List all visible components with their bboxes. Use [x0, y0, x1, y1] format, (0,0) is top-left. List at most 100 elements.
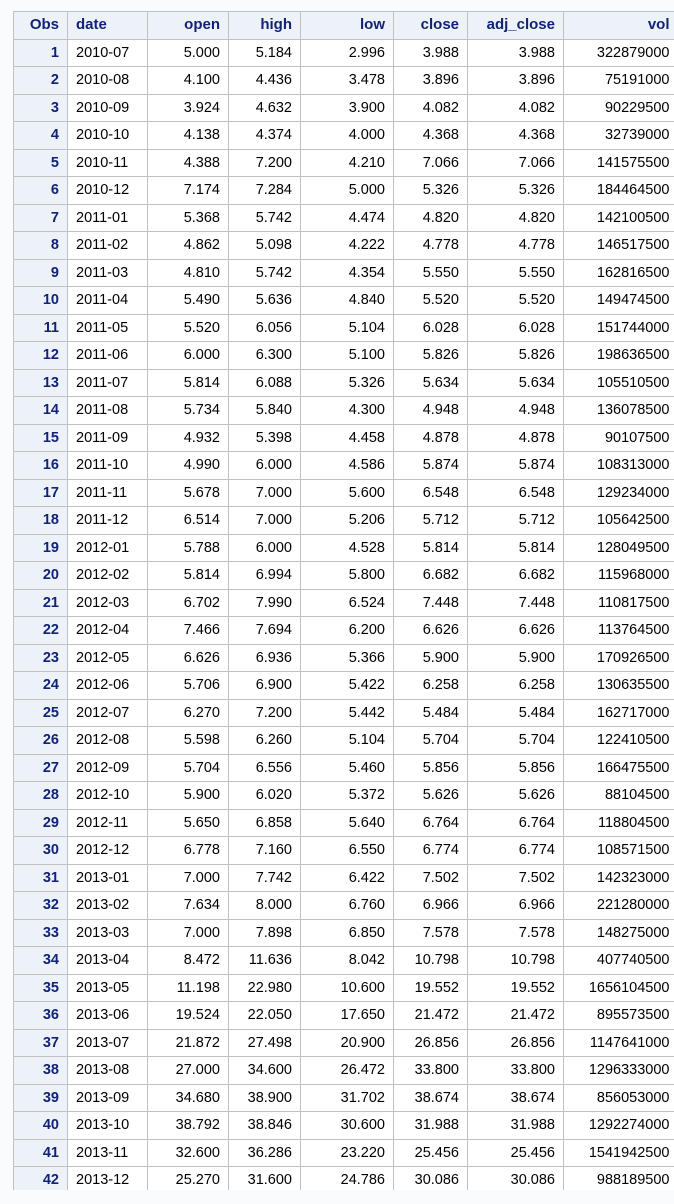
- cell-open: 7.466: [147, 616, 229, 645]
- cell-high: 4.436: [228, 66, 301, 95]
- cell-high: 5.742: [228, 203, 301, 232]
- table-row: 40 2013-10 38.792 38.846 30.600 31.988 31.988 1…: [13, 1111, 674, 1140]
- cell-close: 6.682: [393, 561, 468, 590]
- cell-vol: 128049500: [563, 533, 674, 562]
- cell-adj-close: 7.448: [467, 588, 564, 617]
- cell-adj-close: 5.814: [467, 533, 564, 562]
- cell-vol: 1147641000: [563, 1028, 674, 1057]
- cell-adj-close: 4.778: [467, 231, 564, 260]
- cell-close: 3.896: [393, 66, 468, 95]
- cell-adj-close: 5.856: [467, 753, 564, 782]
- cell-open: 5.520: [147, 313, 229, 342]
- cell-date: 2013-05: [67, 973, 148, 1002]
- cell-open: 6.270: [147, 698, 229, 727]
- cell-low: 5.104: [300, 313, 394, 342]
- cell-close: 3.988: [393, 38, 468, 67]
- cell-adj-close: 4.082: [467, 93, 564, 122]
- cell-close: 4.778: [393, 231, 468, 260]
- row-obs-number: 27: [13, 753, 68, 782]
- cell-vol: 110817500: [563, 588, 674, 617]
- row-obs-number: 12: [13, 341, 68, 370]
- cell-close: 7.066: [393, 148, 468, 177]
- table-row: 3 2010-09 3.924 4.632 3.900 4.082 4.082 9022950…: [13, 93, 674, 122]
- cell-close: 4.948: [393, 396, 468, 425]
- cell-low: 5.460: [300, 753, 394, 782]
- cell-vol: 130635500: [563, 671, 674, 700]
- cell-close: 4.082: [393, 93, 468, 122]
- cell-low: 4.840: [300, 286, 394, 315]
- cell-adj-close: 5.874: [467, 451, 564, 480]
- cell-close: 5.520: [393, 286, 468, 315]
- cell-open: 5.814: [147, 561, 229, 590]
- cell-adj-close: 19.552: [467, 973, 564, 1002]
- left-margin: [0, 0, 13, 1204]
- cell-vol: 108313000: [563, 451, 674, 480]
- cell-low: 4.528: [300, 533, 394, 562]
- row-obs-number: 14: [13, 396, 68, 425]
- cell-date: 2013-09: [67, 1083, 148, 1112]
- row-obs-number: 22: [13, 616, 68, 645]
- cell-close: 4.820: [393, 203, 468, 232]
- cell-date: 2013-08: [67, 1056, 148, 1085]
- cell-date: 2012-05: [67, 643, 148, 672]
- cell-date: 2010-12: [67, 176, 148, 205]
- cell-vol: 90229500: [563, 93, 674, 122]
- cell-high: 6.056: [228, 313, 301, 342]
- cell-open: 4.388: [147, 148, 229, 177]
- cell-open: 5.368: [147, 203, 229, 232]
- column-header-obs: Obs: [13, 11, 68, 40]
- table-row: 8 2011-02 4.862 5.098 4.222 4.778 4.778 1465175…: [13, 231, 674, 260]
- cell-date: 2012-01: [67, 533, 148, 562]
- table-row: 27 2012-09 5.704 6.556 5.460 5.856 5.856 166475…: [13, 753, 674, 782]
- cell-vol: 166475500: [563, 753, 674, 782]
- row-obs-number: 7: [13, 203, 68, 232]
- cell-close: 4.368: [393, 121, 468, 150]
- cell-date: 2012-07: [67, 698, 148, 727]
- row-obs-number: 23: [13, 643, 68, 672]
- cell-low: 5.104: [300, 726, 394, 755]
- cell-high: 7.200: [228, 698, 301, 727]
- cell-close: 5.550: [393, 258, 468, 287]
- cell-adj-close: 4.820: [467, 203, 564, 232]
- cell-date: 2013-03: [67, 918, 148, 947]
- cell-low: 20.900: [300, 1028, 394, 1057]
- table-row: 5 2010-11 4.388 7.200 4.210 7.066 7.066 1415755…: [13, 148, 674, 177]
- cell-adj-close: 3.988: [467, 38, 564, 67]
- cell-adj-close: 33.800: [467, 1056, 564, 1085]
- table-row: 13 2011-07 5.814 6.088 5.326 5.634 5.634 105510…: [13, 368, 674, 397]
- cell-high: 38.900: [228, 1083, 301, 1112]
- cell-adj-close: 6.682: [467, 561, 564, 590]
- row-obs-number: 41: [13, 1138, 68, 1167]
- cell-vol: 113764500: [563, 616, 674, 645]
- cell-date: 2011-01: [67, 203, 148, 232]
- cell-adj-close: 5.712: [467, 506, 564, 535]
- cell-vol: 1296333000: [563, 1056, 674, 1085]
- cell-low: 10.600: [300, 973, 394, 1002]
- cell-vol: 129234000: [563, 478, 674, 507]
- row-obs-number: 32: [13, 891, 68, 920]
- cell-open: 4.862: [147, 231, 229, 260]
- cell-high: 7.000: [228, 478, 301, 507]
- row-obs-number: 37: [13, 1028, 68, 1057]
- cell-date: 2011-12: [67, 506, 148, 535]
- cell-date: 2012-08: [67, 726, 148, 755]
- table-row: 2 2010-08 4.100 4.436 3.478 3.896 3.896 7519100…: [13, 66, 674, 95]
- cell-open: 7.634: [147, 891, 229, 920]
- data-table: Obs date open high low close adj_close v…: [13, 11, 674, 1195]
- cell-vol: 115968000: [563, 561, 674, 590]
- cell-open: 32.600: [147, 1138, 229, 1167]
- cell-close: 5.874: [393, 451, 468, 480]
- cell-date: 2013-10: [67, 1111, 148, 1140]
- cell-high: 6.936: [228, 643, 301, 672]
- column-header-high: high: [228, 11, 301, 40]
- table-row: 37 2013-07 21.872 27.498 20.900 26.856 26.856 1…: [13, 1028, 674, 1057]
- cell-low: 6.550: [300, 836, 394, 865]
- table-row: 9 2011-03 4.810 5.742 4.354 5.550 5.550 1628165…: [13, 258, 674, 287]
- row-obs-number: 17: [13, 478, 68, 507]
- cell-open: 21.872: [147, 1028, 229, 1057]
- row-obs-number: 16: [13, 451, 68, 480]
- table-row: 31 2013-01 7.000 7.742 6.422 7.502 7.502 142323…: [13, 863, 674, 892]
- row-obs-number: 30: [13, 836, 68, 865]
- cell-adj-close: 10.798: [467, 946, 564, 975]
- cell-low: 6.850: [300, 918, 394, 947]
